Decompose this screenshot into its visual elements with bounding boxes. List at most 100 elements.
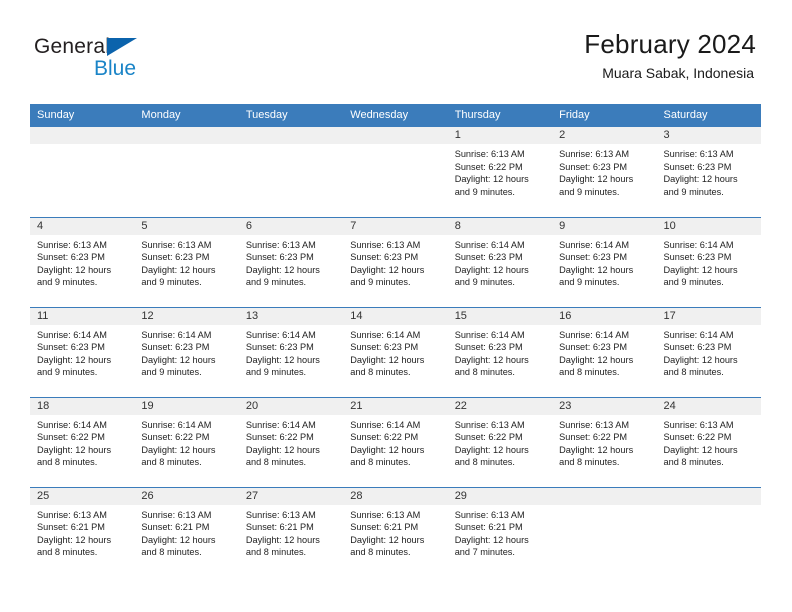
calendar-day-cell[interactable]: 15 Sunrise: 6:14 AM Sunset: 6:23 PM Dayligh… <box>447 306 553 397</box>
calendar-day-cell[interactable]: 16 Sunrise: 6:14 AM Sunset: 6:23 PM Dayligh… <box>552 306 657 397</box>
sunset-time: Sunset: 6:21 PM <box>37 522 105 533</box>
day-details: Sunrise: 6:14 AM Sunset: 6:23 PM Daylight:… <box>552 325 656 379</box>
day-details: Sunrise: 6:14 AM Sunset: 6:23 PM Daylight:… <box>552 235 656 289</box>
daylight-duration-line2: and 9 minutes. <box>454 186 515 197</box>
sunrise-time: Sunrise: 6:13 AM <box>559 149 630 159</box>
calendar-day-cell[interactable]: 18 Sunrise: 6:14 AM Sunset: 6:22 PM Dayligh… <box>30 396 135 487</box>
calendar-day-cell[interactable]: 25 Sunrise: 6:13 AM Sunset: 6:21 PM Dayligh… <box>30 486 135 577</box>
day-details: Sunrise: 6:14 AM Sunset: 6:23 PM Daylight:… <box>134 325 238 379</box>
calendar-grid: Sunday Monday Tuesday Wednesday Thursday… <box>30 104 761 577</box>
daylight-duration-line2: and 9 minutes. <box>663 277 724 288</box>
daylight-duration-line1: Daylight: 12 hours <box>350 444 425 455</box>
day-details: Sunrise: 6:14 AM Sunset: 6:23 PM Daylight:… <box>448 325 552 379</box>
calendar-day-cell[interactable]: 17 Sunrise: 6:14 AM Sunset: 6:23 PM Dayligh… <box>656 306 761 397</box>
sunrise-time: Sunrise: 6:13 AM <box>37 239 107 250</box>
calendar-page: General Blue February 2024 Muara Sabak, … <box>0 0 792 612</box>
day-number: 9 <box>552 217 657 235</box>
calendar-day-cell[interactable]: 4 Sunrise: 6:13 AM Sunset: 6:23 PM Daylight… <box>30 216 135 307</box>
calendar-day-cell[interactable]: 26 Sunrise: 6:13 AM Sunset: 6:21 PM Dayligh… <box>134 486 239 577</box>
calendar-day-cell[interactable]: 22 Sunrise: 6:13 AM Sunset: 6:22 PM Dayligh… <box>447 396 553 487</box>
daylight-duration-line2: and 8 minutes. <box>454 457 515 468</box>
weekday-header-sunday: Sunday <box>30 104 135 127</box>
daylight-duration-line2: and 8 minutes. <box>350 547 411 558</box>
day-details: Sunrise: 6:14 AM Sunset: 6:22 PM Daylight:… <box>30 415 134 469</box>
daylight-duration-line2: and 9 minutes. <box>37 367 98 378</box>
sunrise-time: Sunrise: 6:13 AM <box>245 509 316 520</box>
day-number: 10 <box>656 217 761 235</box>
daylight-duration-line2: and 7 minutes. <box>454 547 515 558</box>
calendar-day-cell[interactable]: 2 Sunrise: 6:13 AM Sunset: 6:23 PM Daylight… <box>552 127 657 217</box>
calendar-day-cell[interactable]: 24 Sunrise: 6:13 AM Sunset: 6:22 PM Dayligh… <box>656 396 761 487</box>
sunset-time: Sunset: 6:23 PM <box>350 342 419 353</box>
day-number: 25 <box>30 487 135 505</box>
calendar-day-cell[interactable]: 28 Sunrise: 6:13 AM Sunset: 6:21 PM Dayligh… <box>343 486 448 577</box>
day-details: Sunrise: 6:13 AM Sunset: 6:21 PM Daylight:… <box>239 505 343 559</box>
day-number: 24 <box>656 397 761 415</box>
page-subtitle: Muara Sabak, Indonesia <box>602 64 754 81</box>
calendar-day-cell[interactable]: 10 Sunrise: 6:14 AM Sunset: 6:23 PM Dayligh… <box>656 216 761 307</box>
calendar-week-row: 11 Sunrise: 6:14 AM Sunset: 6:23 PM Dayligh… <box>30 306 761 397</box>
daylight-duration-line1: Daylight: 12 hours <box>559 174 634 185</box>
day-details: Sunrise: 6:13 AM Sunset: 6:22 PM Daylight:… <box>448 415 552 469</box>
calendar-day-cell[interactable]: 6 Sunrise: 6:13 AM Sunset: 6:23 PM Daylight… <box>238 216 344 307</box>
daylight-duration-line2: and 8 minutes. <box>559 367 620 378</box>
day-number: 21 <box>343 397 448 415</box>
triangle-icon <box>107 38 137 56</box>
weekday-header-monday: Monday <box>134 104 239 127</box>
sunset-time: Sunset: 6:23 PM <box>663 252 732 263</box>
calendar-day-cell[interactable]: 21 Sunrise: 6:14 AM Sunset: 6:22 PM Dayligh… <box>343 396 448 487</box>
weekday-header-row: Sunday Monday Tuesday Wednesday Thursday… <box>30 104 761 127</box>
sunset-time: Sunset: 6:23 PM <box>37 252 105 263</box>
day-details: Sunrise: 6:14 AM Sunset: 6:22 PM Daylight:… <box>239 415 343 469</box>
day-number: 5 <box>134 217 239 235</box>
day-number <box>134 127 239 144</box>
general-blue-logo[interactable]: General Blue <box>34 36 204 88</box>
calendar-day-cell[interactable]: 8 Sunrise: 6:14 AM Sunset: 6:23 PM Daylight… <box>447 216 553 307</box>
daylight-duration-line2: and 8 minutes. <box>559 457 620 468</box>
sunset-time: Sunset: 6:21 PM <box>141 522 210 533</box>
calendar-week-row: 18 Sunrise: 6:14 AM Sunset: 6:22 PM Dayligh… <box>30 396 761 487</box>
calendar-day-cell[interactable]: 5 Sunrise: 6:13 AM Sunset: 6:23 PM Daylight… <box>134 216 239 307</box>
sunset-time: Sunset: 6:23 PM <box>559 252 628 263</box>
calendar-week-row: 1 Sunrise: 6:13 AM Sunset: 6:22 PM Daylight… <box>30 127 761 217</box>
calendar-day-cell[interactable]: 20 Sunrise: 6:14 AM Sunset: 6:22 PM Dayligh… <box>238 396 344 487</box>
calendar-day-cell[interactable]: 9 Sunrise: 6:14 AM Sunset: 6:23 PM Daylight… <box>552 216 657 307</box>
day-number: 7 <box>343 217 448 235</box>
calendar-day-cell[interactable]: 29 Sunrise: 6:13 AM Sunset: 6:21 PM Dayligh… <box>447 486 553 577</box>
day-details: Sunrise: 6:13 AM Sunset: 6:22 PM Daylight:… <box>657 415 761 469</box>
sunrise-time: Sunrise: 6:13 AM <box>350 239 421 250</box>
calendar-week-row: 4 Sunrise: 6:13 AM Sunset: 6:23 PM Daylight… <box>30 216 761 307</box>
sunset-time: Sunset: 6:22 PM <box>559 432 628 443</box>
calendar-day-cell[interactable]: 3 Sunrise: 6:13 AM Sunset: 6:23 PM Daylight… <box>656 127 761 217</box>
day-number <box>343 127 448 144</box>
calendar-day-cell[interactable]: 23 Sunrise: 6:13 AM Sunset: 6:22 PM Dayligh… <box>552 396 657 487</box>
daylight-duration-line2: and 9 minutes. <box>350 277 411 288</box>
calendar-day-cell[interactable]: 1 Sunrise: 6:13 AM Sunset: 6:22 PM Daylight… <box>447 127 553 217</box>
daylight-duration-line2: and 9 minutes. <box>245 277 307 288</box>
weekday-header-friday: Friday <box>552 104 657 127</box>
sunset-time: Sunset: 6:23 PM <box>663 342 732 353</box>
calendar-day-cell[interactable]: 27 Sunrise: 6:13 AM Sunset: 6:21 PM Dayligh… <box>238 486 344 577</box>
calendar-day-cell[interactable]: 14 Sunrise: 6:14 AM Sunset: 6:23 PM Dayligh… <box>343 306 448 397</box>
weekday-header-wednesday: Wednesday <box>343 104 448 127</box>
day-number: 14 <box>343 307 448 325</box>
calendar-day-cell-empty <box>30 127 135 217</box>
calendar-day-cell[interactable]: 12 Sunrise: 6:14 AM Sunset: 6:23 PM Dayligh… <box>134 306 239 397</box>
day-number <box>30 127 135 144</box>
daylight-duration-line2: and 8 minutes. <box>245 547 307 558</box>
day-number: 1 <box>447 127 553 144</box>
day-details: Sunrise: 6:13 AM Sunset: 6:23 PM Daylight:… <box>552 144 656 198</box>
calendar-day-cell[interactable]: 7 Sunrise: 6:13 AM Sunset: 6:23 PM Daylight… <box>343 216 448 307</box>
day-number: 16 <box>552 307 657 325</box>
sunset-time: Sunset: 6:23 PM <box>559 342 628 353</box>
calendar-day-cell[interactable]: 13 Sunrise: 6:14 AM Sunset: 6:23 PM Dayligh… <box>238 306 344 397</box>
daylight-duration-line1: Daylight: 12 hours <box>141 264 216 275</box>
day-number: 23 <box>552 397 657 415</box>
calendar-day-cell[interactable]: 11 Sunrise: 6:14 AM Sunset: 6:23 PM Dayligh… <box>30 306 135 397</box>
day-number <box>656 487 761 505</box>
calendar-day-cell[interactable]: 19 Sunrise: 6:14 AM Sunset: 6:22 PM Dayligh… <box>134 396 239 487</box>
title-block: February 2024 Muara Sabak, Indonesia <box>584 29 756 81</box>
calendar-day-cell-empty <box>656 486 761 577</box>
sunset-time: Sunset: 6:22 PM <box>141 432 210 443</box>
sunrise-time: Sunrise: 6:14 AM <box>350 419 421 430</box>
